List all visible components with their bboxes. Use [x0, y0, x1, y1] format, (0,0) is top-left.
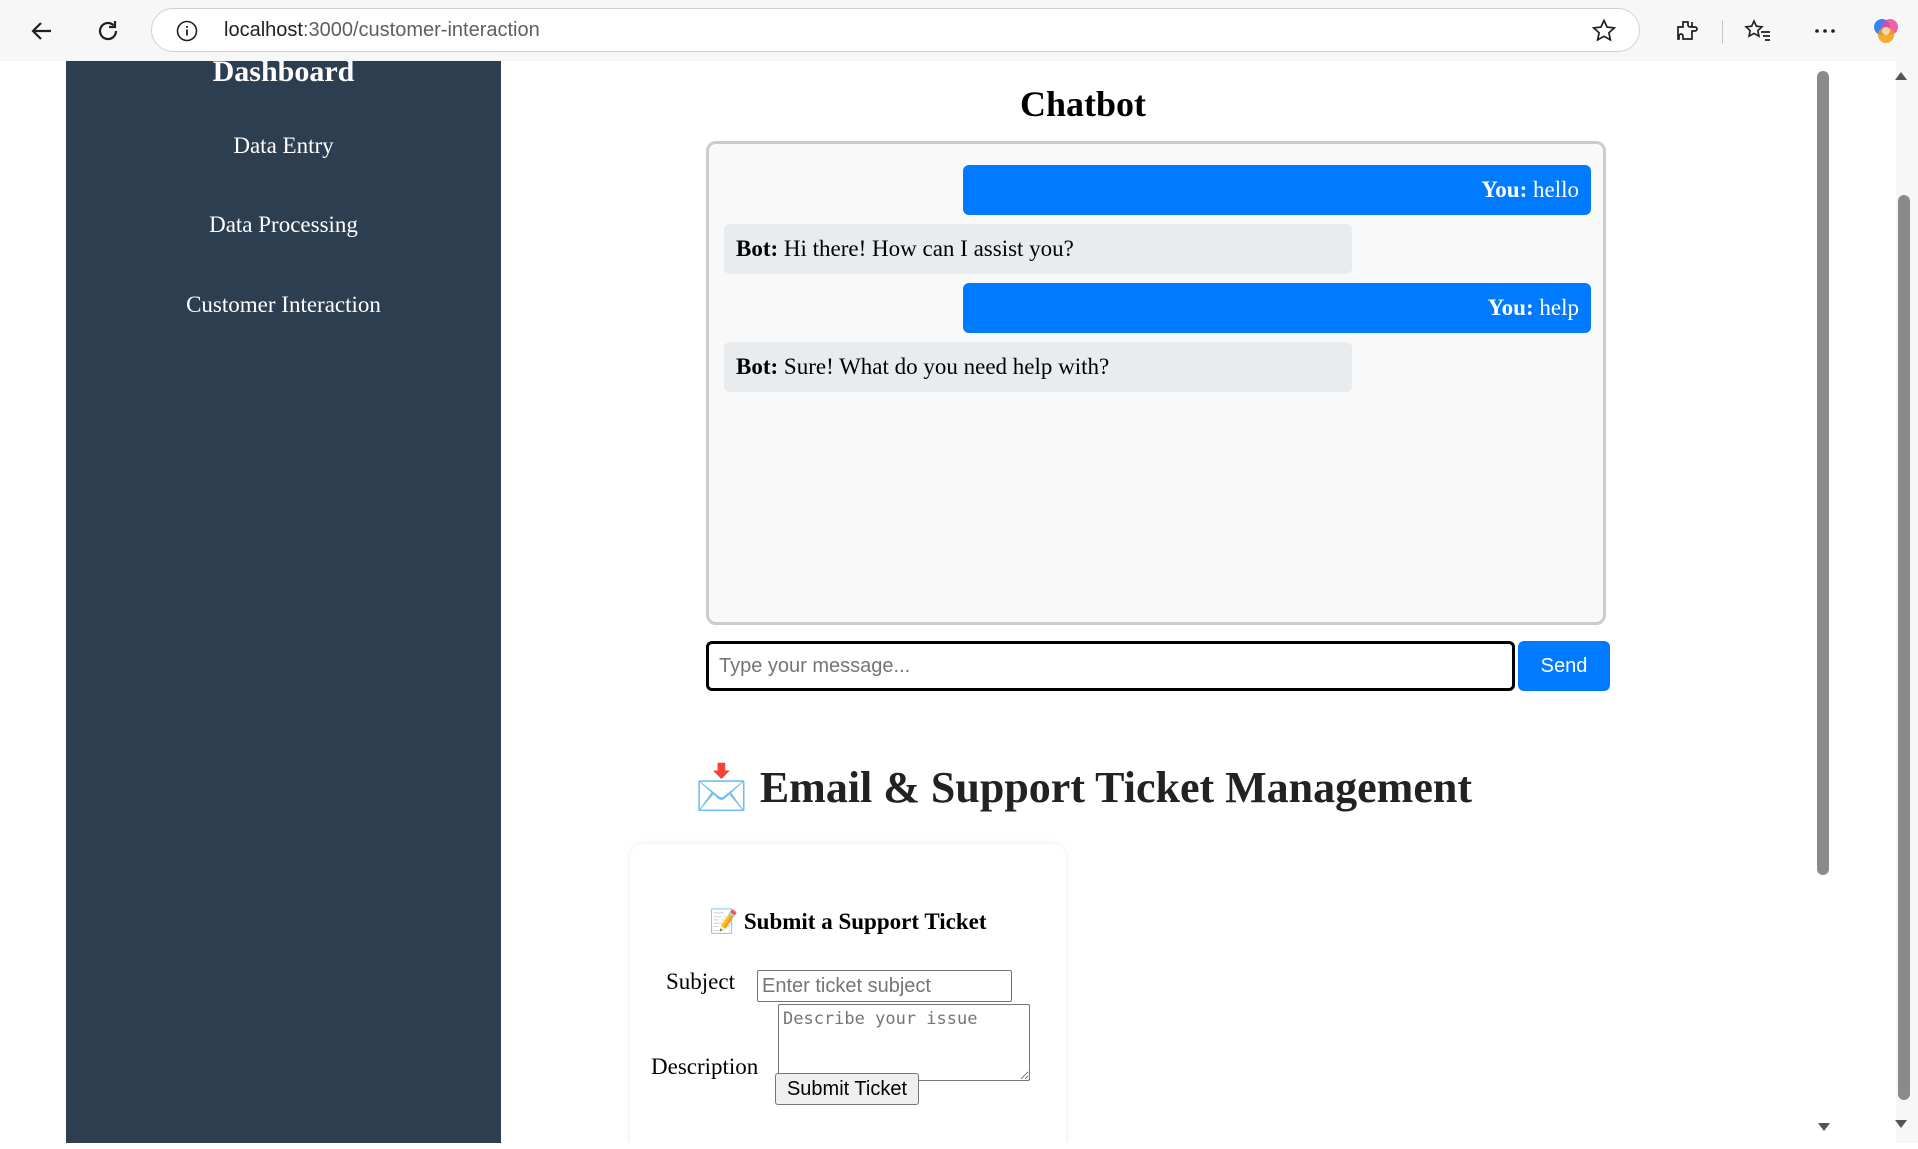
browser-toolbar: localhost:3000/customer-interaction [0, 0, 1918, 61]
page-scroll-down-icon[interactable] [1817, 1119, 1831, 1137]
sidebar-title: Dashboard [212, 61, 355, 88]
reload-icon[interactable] [90, 13, 126, 49]
page-scrollbar-thumb[interactable] [1817, 71, 1829, 875]
url-host: localhost [224, 19, 303, 41]
favorite-star-icon[interactable] [1591, 18, 1617, 49]
chat-message-user: You: help [963, 283, 1591, 333]
extensions-icon[interactable] [1669, 13, 1705, 49]
url-path: :3000/customer-interaction [302, 19, 540, 41]
url-text: localhost:3000/customer-interaction [224, 19, 540, 42]
window-scroll-down-icon[interactable] [1894, 1116, 1908, 1134]
window-scroll-up-icon[interactable] [1894, 68, 1908, 86]
ticket-section-title: 📩 Email & Support Ticket Management [502, 761, 1664, 813]
incoming-envelope-icon: 📩 [694, 763, 749, 812]
copilot-icon[interactable] [1868, 13, 1904, 49]
ticket-form-title: 📝 Submit a Support Ticket [630, 908, 1066, 935]
toolbar-separator [1722, 20, 1723, 44]
subject-input[interactable] [757, 970, 1012, 1002]
page-viewport: Dashboard Data Entry Data Processing Cus… [6, 61, 1896, 1143]
chat-message-input[interactable] [706, 641, 1515, 691]
message-text: hello [1527, 177, 1579, 202]
send-button[interactable]: Send [1518, 641, 1610, 691]
back-icon[interactable] [24, 13, 60, 49]
submit-ticket-button[interactable]: Submit Ticket [775, 1073, 919, 1105]
description-label: Description [651, 1054, 759, 1079]
sidebar-item-data-processing[interactable]: Data Processing [66, 212, 501, 238]
ticket-form-title-text: Submit a Support Ticket [743, 909, 987, 934]
window-scrollbar-thumb[interactable] [1898, 195, 1910, 1100]
description-textarea[interactable] [778, 1004, 1030, 1081]
message-text: help [1533, 295, 1579, 320]
message-text: Hi there! How can I assist you? [778, 236, 1074, 261]
chat-window[interactable]: You: hello Bot: Hi there! How can I assi… [706, 141, 1606, 625]
sidebar-item-data-entry[interactable]: Data Entry [66, 133, 501, 159]
message-sender: Bot: [736, 354, 779, 379]
more-options-icon[interactable] [1807, 13, 1843, 49]
site-info-icon[interactable] [176, 20, 198, 47]
favorites-icon[interactable] [1740, 13, 1776, 49]
message-text: Sure! What do you need help with? [778, 354, 1110, 379]
address-bar[interactable]: localhost:3000/customer-interaction [151, 8, 1640, 52]
ticket-section-title-text: Email & Support Ticket Management [759, 763, 1472, 812]
support-ticket-card: 📝 Submit a Support Ticket Subject Descri… [630, 844, 1066, 1143]
message-sender: Bot: [736, 236, 779, 261]
chat-message-bot: Bot: Sure! What do you need help with? [724, 342, 1352, 392]
chat-message-user: You: hello [963, 165, 1591, 215]
sidebar-item-customer-interaction[interactable]: Customer Interaction [66, 292, 501, 318]
chatbot-title: Chatbot [1019, 84, 1147, 124]
memo-icon: 📝 [709, 909, 739, 934]
sidebar: Dashboard Data Entry Data Processing Cus… [66, 61, 501, 1143]
chat-message-bot: Bot: Hi there! How can I assist you? [724, 224, 1352, 274]
message-sender: You: [1481, 177, 1528, 202]
subject-label: Subject [666, 969, 735, 994]
message-sender: You: [1487, 295, 1534, 320]
